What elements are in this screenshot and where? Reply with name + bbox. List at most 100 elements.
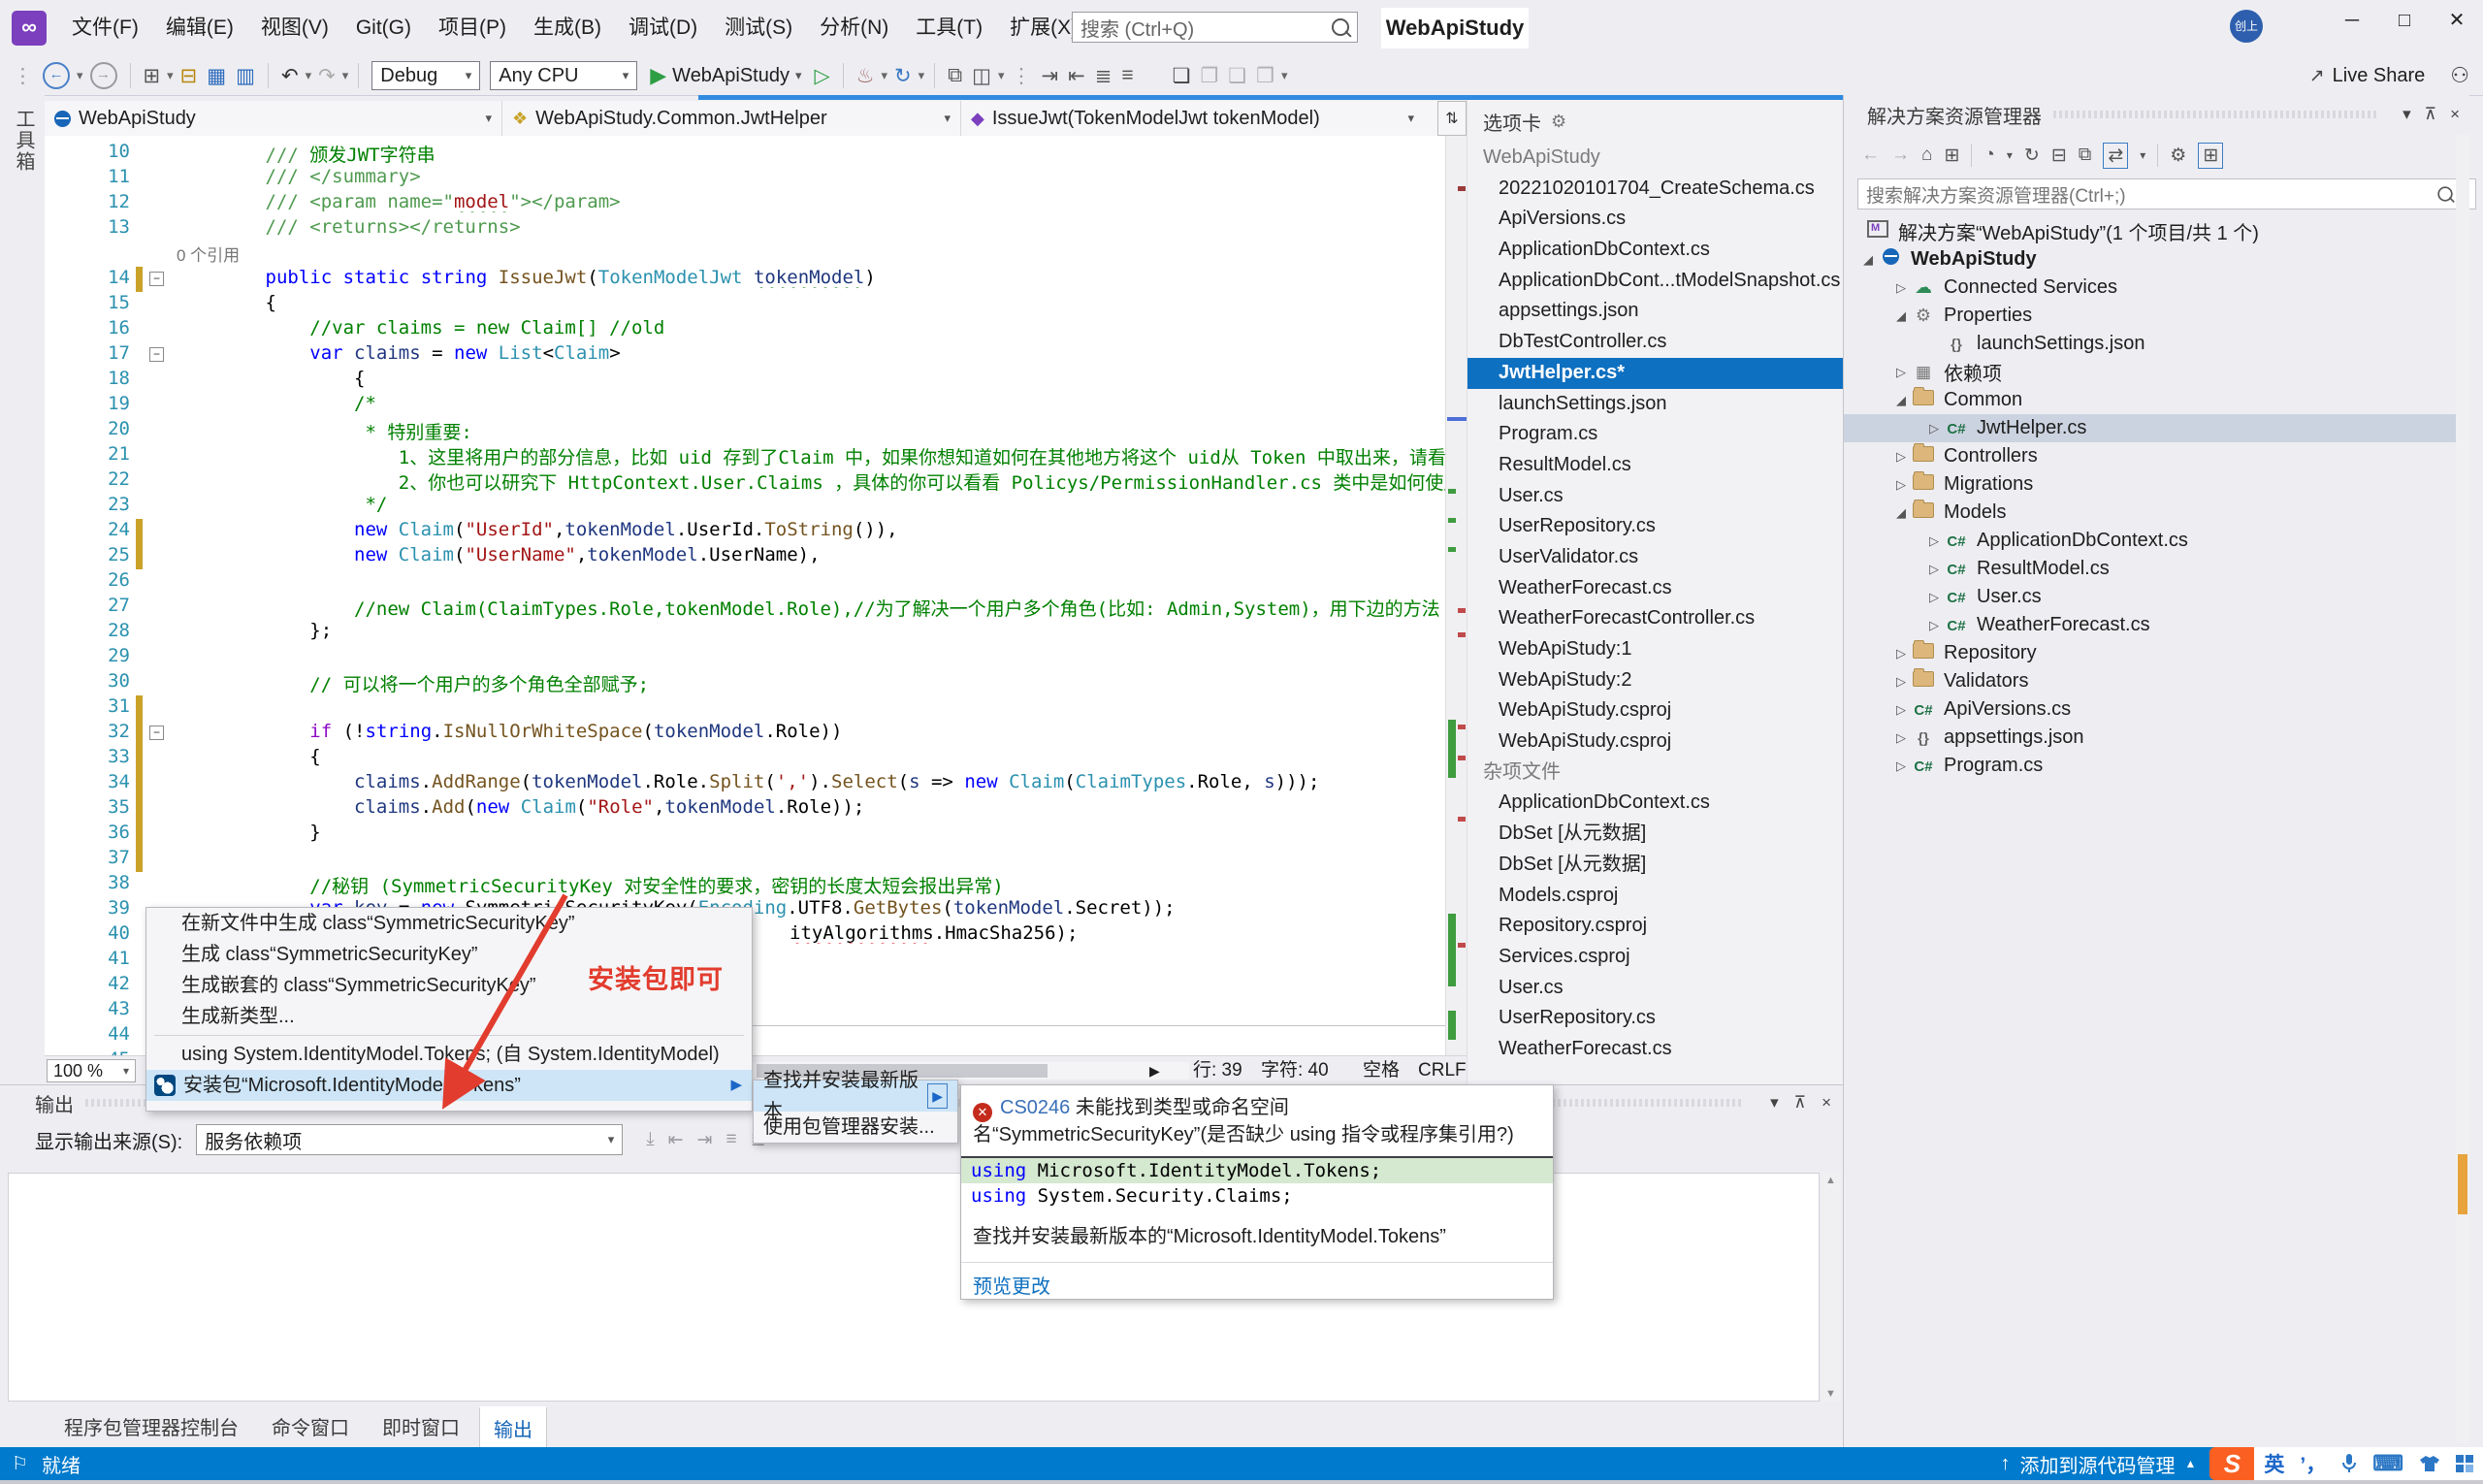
next-message-icon[interactable]: ⇥ <box>697 1129 713 1151</box>
tab-item[interactable]: Program.cs <box>1467 419 1843 450</box>
tab-item[interactable]: DbSet [从元数据] <box>1467 850 1843 881</box>
output-source-dropdown[interactable]: 服务依赖项 ▾ <box>196 1124 623 1155</box>
tab-item[interactable]: WebApiStudy:1 <box>1467 634 1843 665</box>
tree-item[interactable]: ▷▦依赖项 <box>1844 358 2469 386</box>
zoom-level-dropdown[interactable]: 100 % ▾ <box>47 1059 136 1082</box>
toolbar-icon[interactable]: ⇥ <box>1042 64 1059 88</box>
expander-closed-icon[interactable]: ▷ <box>1891 702 1911 718</box>
keyboard-icon[interactable]: ⌨ <box>2372 1451 2403 1476</box>
toolbar-icon[interactable]: ▾ <box>77 68 83 83</box>
toolbar-icon[interactable]: ▾ <box>167 68 174 83</box>
add-to-source-control-button[interactable]: ↑ 添加到源代码管理 ▲ <box>2001 1450 2197 1478</box>
menu-item[interactable]: 工具(T) <box>902 0 996 56</box>
quickfix-using-item[interactable]: using System.IdentityModel.Tokens; (自 Sy… <box>146 1039 752 1070</box>
tab-item[interactable]: DbSet [从元数据] <box>1467 819 1843 850</box>
quickfix-item[interactable]: 生成新类型... <box>146 1001 752 1032</box>
tree-item[interactable]: ◢Models <box>1844 499 2469 527</box>
fold-collapse-icon[interactable]: − <box>149 272 164 286</box>
bottom-tab[interactable]: 输出 <box>479 1406 547 1449</box>
toolbar-icon[interactable]: ⋮ <box>13 64 33 88</box>
tab-item[interactable]: WeatherForecast.cs <box>1467 573 1843 604</box>
menu-item[interactable]: 分析(N) <box>806 0 902 56</box>
tree-item[interactable]: ▷C#User.cs <box>1844 583 2469 611</box>
tab-item[interactable]: User.cs <box>1467 973 1843 1004</box>
collapse-all-icon[interactable]: ⊟ <box>2051 145 2067 167</box>
toolbar-icon[interactable]: ❐ <box>1200 64 1218 88</box>
toolbar-icon[interactable]: ▾ <box>342 68 349 83</box>
tab-item[interactable]: appsettings.json <box>1467 296 1843 327</box>
tab-item[interactable]: WebApiStudy.csproj <box>1467 726 1843 758</box>
tab-item[interactable]: launchSettings.json <box>1467 389 1843 420</box>
menu-item[interactable]: 项目(P) <box>425 0 520 56</box>
platform-dropdown[interactable]: Any CPU▾ <box>490 61 637 90</box>
tree-item[interactable]: ▷C#Program.cs <box>1844 752 2469 780</box>
menu-item[interactable]: 编辑(E) <box>152 0 247 56</box>
toolbar-icon[interactable]: ▥ <box>236 64 255 88</box>
toolbar-icon[interactable]: ⊞ <box>144 64 161 88</box>
solution-search-box[interactable]: 搜索解决方案资源管理器(Ctrl+;) ▾ <box>1857 178 2476 210</box>
toolbar-icon[interactable]: ▷ <box>815 64 830 88</box>
microphone-icon[interactable] <box>2341 1453 2357 1474</box>
chevron-down-icon[interactable]: ▾ <box>1770 1093 1779 1113</box>
configuration-dropdown[interactable]: Debug▾ <box>371 61 480 90</box>
tab-item[interactable]: 20221020101704_CreateSchema.cs <box>1467 174 1843 205</box>
toolbox-grid-icon[interactable] <box>2456 1455 2473 1472</box>
tree-item[interactable]: ▷Migrations <box>1844 470 2469 499</box>
close-icon[interactable]: × <box>2450 105 2460 124</box>
tab-item[interactable]: WeatherForecastController.cs <box>1467 603 1843 634</box>
toolbar-icon[interactable]: ⊟ <box>180 64 198 88</box>
quickfix-submenu-item[interactable]: 使用包管理器安装... <box>754 1112 957 1143</box>
switch-views-icon[interactable]: ⊞ <box>1944 145 1959 167</box>
breadcrumb-method-dropdown[interactable]: ◆ IssueJwt(TokenModelJwt tokenModel) ▾ <box>961 101 1424 136</box>
expander-closed-icon[interactable]: ▷ <box>1891 280 1911 296</box>
menu-item[interactable]: 测试(S) <box>711 0 806 56</box>
pin-icon[interactable]: ⊼ <box>2425 105 2436 124</box>
tree-item[interactable]: ▷C#WeatherForecast.cs <box>1844 611 2469 639</box>
toolbar-icon[interactable]: ▾ <box>306 68 312 83</box>
tree-item[interactable]: ▷Repository <box>1844 639 2469 667</box>
goto-message-icon[interactable]: ⤓ <box>646 1129 654 1151</box>
output-scrollbar[interactable]: ▲▼ <box>1822 1173 1841 1402</box>
forward-icon[interactable]: → <box>1891 145 1910 166</box>
expander-closed-icon[interactable]: ▷ <box>1924 618 1944 633</box>
properties-icon[interactable]: ⚙ <box>2170 145 2186 167</box>
toolbox-tab[interactable]: 工具箱 <box>10 109 38 173</box>
expander-open-icon[interactable]: ◢ <box>1891 393 1911 408</box>
minimize-button[interactable]: ─ <box>2326 0 2378 41</box>
solution-explorer-scrollbar[interactable] <box>2456 134 2469 1443</box>
tab-item[interactable]: ApplicationDbContext.cs <box>1467 235 1843 266</box>
menu-item[interactable]: 视图(V) <box>247 0 342 56</box>
sogou-ime-icon[interactable]: S <box>2209 1447 2254 1480</box>
menu-item[interactable]: 文件(F) <box>58 0 152 56</box>
menu-item[interactable]: Git(G) <box>342 0 425 56</box>
expander-closed-icon[interactable]: ▷ <box>1924 421 1944 436</box>
tab-item[interactable]: Services.csproj <box>1467 942 1843 973</box>
toolbar-icon[interactable]: ↻ <box>894 64 912 88</box>
live-share-button[interactable]: ↗ Live Share <box>2309 65 2426 87</box>
toolbar-icon[interactable]: ⧉ <box>948 64 962 87</box>
chevron-down-icon[interactable]: ▾ <box>2402 105 2411 124</box>
toolbar-icon[interactable]: ▾ <box>1281 68 1288 83</box>
toolbar-icon[interactable]: ⋮ <box>1012 64 1032 88</box>
toolbar-icon[interactable]: ↶ <box>281 64 299 88</box>
menu-item[interactable]: 调试(D) <box>615 0 711 56</box>
tab-item[interactable]: ResultModel.cs <box>1467 450 1843 481</box>
tree-item[interactable]: ▷☁Connected Services <box>1844 274 2469 302</box>
tree-item[interactable]: {}launchSettings.json <box>1844 330 2469 358</box>
skin-icon[interactable] <box>2419 1455 2440 1472</box>
expander-closed-icon[interactable]: ▷ <box>1891 730 1911 746</box>
ime-punctuation-toggle[interactable]: ’， <box>2300 1449 2326 1478</box>
tab-item[interactable]: WebApiStudy.csproj <box>1467 695 1843 726</box>
toolbar-icon[interactable]: ← <box>43 62 70 89</box>
pending-changes-icon[interactable]: ◔ <box>1983 145 1994 166</box>
toolbar-icon[interactable]: ❒ <box>1256 64 1274 88</box>
run-button[interactable]: ▶WebApiStudy▾ <box>650 63 801 88</box>
toolbar-icon[interactable]: ▦ <box>207 64 226 88</box>
scrollbar-thumb[interactable] <box>2458 1154 2467 1214</box>
quickfix-item[interactable]: 在新文件中生成 class“SymmetricSecurityKey” <box>146 908 752 939</box>
expander-closed-icon[interactable]: ▷ <box>1924 590 1944 605</box>
tree-item[interactable]: 解决方案“WebApiStudy”(1 个项目/共 1 个) <box>1844 217 2469 245</box>
back-icon[interactable]: ← <box>1861 145 1880 166</box>
quickfix-install-item[interactable]: 安装包“Microsoft.IdentityModel.Tokens”▶ <box>146 1070 752 1101</box>
refresh-icon[interactable]: ↻ <box>2024 145 2040 167</box>
